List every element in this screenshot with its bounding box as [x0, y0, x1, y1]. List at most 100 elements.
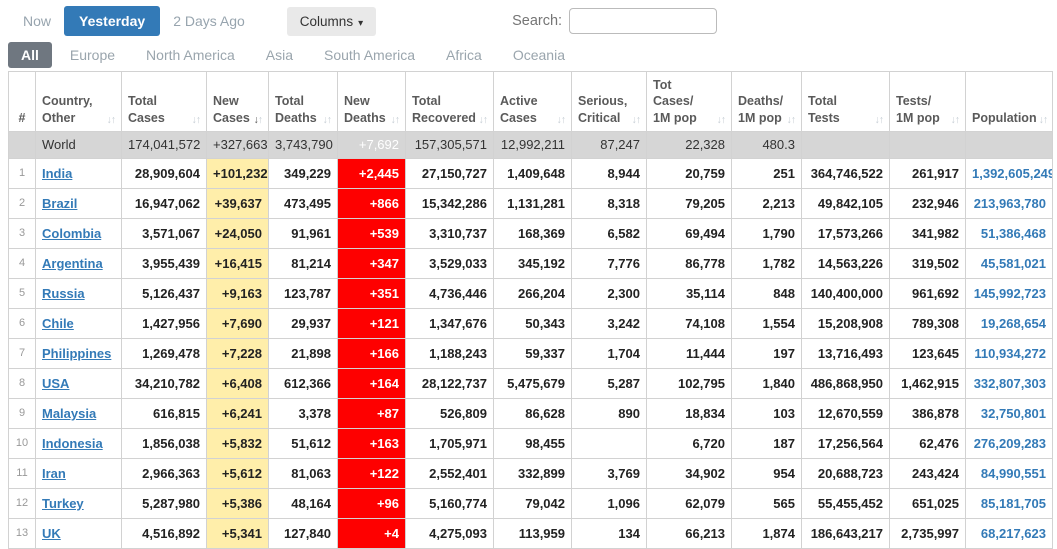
- cell-total_recovered: 27,150,727: [405, 157, 494, 189]
- cell-tot_cases_1m: 102,795: [646, 367, 732, 399]
- cell-deaths_1m: 1,840: [731, 367, 802, 399]
- cell-serious_critical: 6,582: [571, 217, 647, 249]
- cell-population: 145,992,723: [965, 277, 1053, 309]
- cell-total_recovered: 1,705,971: [405, 427, 494, 459]
- cell-new_cases: +7,228: [206, 337, 269, 369]
- sort-both-icon: ↓↑: [950, 113, 961, 126]
- table-row: 9 Malaysia 616,815 +6,241 3,378 +87 526,809 86,…: [8, 397, 1053, 429]
- cell-deaths_1m: 480.3: [731, 130, 802, 159]
- cell-total_cases: 3,571,067: [121, 217, 207, 249]
- country-link[interactable]: Malaysia: [42, 406, 96, 421]
- cell-rank: 12: [8, 487, 36, 519]
- cell-total_deaths: 612,366: [268, 367, 338, 399]
- tab-asia[interactable]: Asia: [253, 42, 306, 68]
- tab-africa[interactable]: Africa: [433, 42, 495, 68]
- cell-total_tests: 20,688,723: [801, 457, 890, 489]
- cell-population: 110,934,272: [965, 337, 1053, 369]
- sort-both-icon: ↓↑: [390, 113, 401, 126]
- caret-down-icon: ▾: [358, 17, 364, 29]
- cell-active_cases: 59,337: [493, 337, 572, 369]
- cell-new_cases: +327,663: [206, 130, 269, 159]
- cell-serious_critical: [571, 427, 647, 459]
- cell-country: Turkey: [35, 487, 122, 519]
- col-header-total_deaths[interactable]: Total Deaths ↓↑: [268, 71, 338, 132]
- table-header-row: # Country, Other ↓↑ Total Cases ↓↑ New Cases ↓…: [8, 71, 1053, 132]
- cell-tot_cases_1m: 34,902: [646, 457, 732, 489]
- col-header-new_deaths[interactable]: New Deaths ↓↑: [337, 71, 406, 132]
- cell-total_cases: 34,210,782: [121, 367, 207, 399]
- col-header-total_cases[interactable]: Total Cases ↓↑: [121, 71, 207, 132]
- country-link[interactable]: Philippines: [42, 346, 111, 361]
- cell-new_deaths: +164: [337, 367, 406, 399]
- country-link[interactable]: USA: [42, 376, 69, 391]
- cell-new_cases: +6,241: [206, 397, 269, 429]
- columns-dropdown-button[interactable]: Columns ▾: [286, 6, 377, 36]
- cell-serious_critical: 8,318: [571, 187, 647, 219]
- col-header-tests_1m[interactable]: Tests/ 1M pop ↓↑: [889, 71, 966, 132]
- col-header-new_cases[interactable]: New Cases ↓↑: [206, 71, 269, 132]
- cell-tests_1m: 651,025: [889, 487, 966, 519]
- country-link[interactable]: UK: [42, 526, 61, 541]
- col-header-total_tests[interactable]: Total Tests ↓↑: [801, 71, 890, 132]
- country-link[interactable]: Brazil: [42, 196, 77, 211]
- col-header-population[interactable]: Population ↓↑: [965, 71, 1053, 132]
- continent-tabs: All Europe North America Asia South America A…: [0, 40, 1057, 71]
- cell-deaths_1m: 103: [731, 397, 802, 429]
- cell-rank: 7: [8, 337, 36, 369]
- table-row: 1 India 28,909,604 +101,232 349,229 +2,445 27,…: [8, 157, 1053, 189]
- cell-tests_1m: 961,692: [889, 277, 966, 309]
- cell-serious_critical: 890: [571, 397, 647, 429]
- country-link[interactable]: Turkey: [42, 496, 84, 511]
- country-link[interactable]: Chile: [42, 316, 74, 331]
- cell-new_cases: +101,232: [206, 157, 269, 189]
- now-button[interactable]: Now: [13, 7, 61, 35]
- cell-tot_cases_1m: 86,778: [646, 247, 732, 279]
- col-header-active_cases[interactable]: Active Cases ↓↑: [493, 71, 572, 132]
- yesterday-button[interactable]: Yesterday: [64, 6, 161, 36]
- two-days-ago-button[interactable]: 2 Days Ago: [163, 7, 255, 35]
- country-link[interactable]: Argentina: [42, 256, 103, 271]
- tab-oceania[interactable]: Oceania: [500, 42, 578, 68]
- tab-all[interactable]: All: [8, 41, 52, 68]
- cell-total_recovered: 2,552,401: [405, 457, 494, 489]
- search-input[interactable]: [569, 8, 718, 34]
- col-header-deaths_1m[interactable]: Deaths/ 1M pop ↓↑: [731, 71, 802, 132]
- cell-total_cases: 3,955,439: [121, 247, 207, 279]
- cell-tot_cases_1m: 22,328: [646, 130, 732, 159]
- col-header-label: New Deaths: [344, 94, 386, 125]
- cell-active_cases: 266,204: [493, 277, 572, 309]
- tab-europe[interactable]: Europe: [57, 42, 128, 68]
- country-link[interactable]: Colombia: [42, 226, 101, 241]
- cell-total_recovered: 5,160,774: [405, 487, 494, 519]
- cell-country: World: [35, 130, 122, 159]
- cell-population: 332,807,303: [965, 367, 1053, 399]
- col-header-rank: #: [8, 71, 36, 132]
- cell-rank: 4: [8, 247, 36, 279]
- col-header-tot_cases_1m[interactable]: Tot Cases/ 1M pop ↓↑: [646, 71, 732, 132]
- cell-new_deaths: +539: [337, 217, 406, 249]
- cell-new_deaths: +4: [337, 517, 406, 549]
- cell-new_deaths: +351: [337, 277, 406, 309]
- table-body: World 174,041,572 +327,663 3,743,790 +7,692 1…: [8, 130, 1053, 549]
- cell-total_recovered: 157,305,571: [405, 130, 494, 159]
- tab-south-america[interactable]: South America: [311, 42, 428, 68]
- cell-total_cases: 5,126,437: [121, 277, 207, 309]
- col-header-serious_critical[interactable]: Serious, Critical ↓↑: [571, 71, 647, 132]
- sort-both-icon: ↓↑: [1038, 113, 1049, 126]
- cell-new_cases: +6,408: [206, 367, 269, 399]
- tab-north-america[interactable]: North America: [133, 42, 248, 68]
- cell-population: 276,209,283: [965, 427, 1053, 459]
- col-header-label: New Cases: [213, 94, 250, 125]
- cell-active_cases: 1,409,648: [493, 157, 572, 189]
- country-link[interactable]: Russia: [42, 286, 85, 301]
- cell-total_cases: 16,947,062: [121, 187, 207, 219]
- col-header-total_recovered[interactable]: Total Recovered ↓↑: [405, 71, 494, 132]
- country-link[interactable]: Iran: [42, 466, 66, 481]
- cell-population: [965, 130, 1053, 159]
- cell-population: 1,392,605,249: [965, 157, 1053, 189]
- cell-deaths_1m: 251: [731, 157, 802, 189]
- col-header-country[interactable]: Country, Other ↓↑: [35, 71, 122, 132]
- country-link[interactable]: India: [42, 166, 72, 181]
- cell-serious_critical: 134: [571, 517, 647, 549]
- country-link[interactable]: Indonesia: [42, 436, 103, 451]
